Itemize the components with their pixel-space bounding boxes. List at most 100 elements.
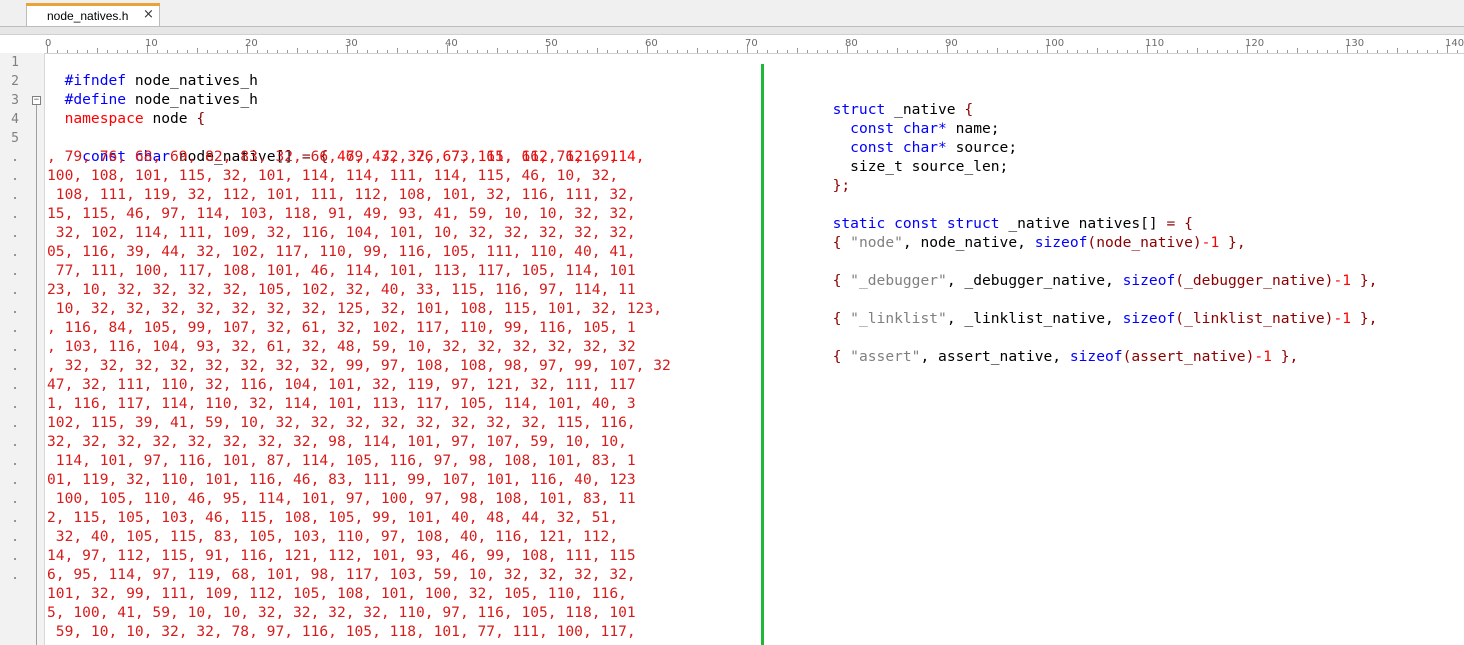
array-data-line[interactable]: 77, 111, 100, 117, 108, 101, 46, 114, 10… <box>47 261 636 280</box>
entry-str: "node" <box>850 234 903 251</box>
line-number: . <box>11 397 19 412</box>
member-source-len: size_t source_len; <box>850 158 1009 175</box>
keyword-struct: struct <box>946 215 1000 232</box>
entry-close: }, <box>1280 348 1299 365</box>
array-data-line[interactable]: 6, 95, 114, 97, 119, 68, 101, 98, 117, 1… <box>47 565 636 584</box>
natives-entry[interactable]: { "_debugger", _debugger_native, sizeof(… <box>815 271 1378 290</box>
line-number: 1 <box>11 55 19 70</box>
array-data-line[interactable]: 2, 115, 105, 103, 46, 115, 108, 105, 99,… <box>47 508 618 527</box>
array-data-line[interactable]: , 103, 116, 104, 93, 32, 61, 32, 48, 59,… <box>47 337 636 356</box>
entry-minus: -1 <box>1201 234 1220 251</box>
array-data-line[interactable]: 15, 115, 46, 97, 114, 103, 118, 91, 49, … <box>47 204 636 223</box>
array-data-line[interactable]: 1, 116, 117, 114, 110, 32, 114, 101, 113… <box>47 394 636 413</box>
line-number: . <box>11 378 19 393</box>
entry-sizeof: sizeof <box>1034 234 1088 251</box>
keyword-static: static <box>832 215 886 232</box>
line-number: . <box>11 302 19 317</box>
edge-divider <box>761 64 764 645</box>
code-natives-decl[interactable]: static const struct _native natives[] = … <box>815 195 1193 233</box>
array-data-line[interactable]: 32, 32, 32, 32, 32, 32, 32, 32, 98, 114,… <box>47 432 627 451</box>
tab-node-natives[interactable]: node_natives.h × <box>26 3 160 26</box>
array-data-line[interactable]: 100, 105, 110, 46, 95, 114, 101, 97, 100… <box>47 489 636 508</box>
code-line-3[interactable]: namespace node { <box>47 90 206 128</box>
ruler-label: 90 <box>945 38 958 49</box>
ruler-label: 30 <box>345 38 358 49</box>
code-struct-close[interactable]: }; <box>815 157 851 195</box>
entry-str: "assert" <box>850 348 921 365</box>
fold-collapse-icon[interactable]: − <box>32 96 41 105</box>
ruler-label: 80 <box>845 38 858 49</box>
array-data-line[interactable]: 100, 108, 101, 115, 32, 101, 114, 114, 1… <box>47 166 618 185</box>
keyword-namespace: namespace <box>64 110 144 127</box>
close-icon[interactable]: × <box>143 7 154 22</box>
line-number: . <box>11 454 19 469</box>
array-data-line[interactable]: 101, 32, 99, 111, 109, 112, 105, 108, 10… <box>47 584 627 603</box>
array-data-line[interactable]: 23, 10, 32, 32, 32, 32, 105, 102, 32, 40… <box>47 280 636 299</box>
array-data-line[interactable]: 114, 101, 97, 116, 101, 87, 114, 105, 11… <box>47 451 636 470</box>
keyword-const: const <box>894 215 939 232</box>
entry-str: "_linklist" <box>850 310 947 327</box>
array-data-line[interactable]: 32, 102, 114, 111, 109, 32, 116, 104, 10… <box>47 223 636 242</box>
namespace-name: node <box>152 110 188 127</box>
array-data-line[interactable]: 5, 100, 41, 59, 10, 10, 32, 32, 32, 32, … <box>47 603 636 622</box>
line-number: . <box>11 359 19 374</box>
ruler-label: 140 <box>1445 38 1464 49</box>
entry-close: }, <box>1359 272 1378 289</box>
entry-str: "_debugger" <box>850 272 947 289</box>
line-number: . <box>11 169 19 184</box>
ruler-label: 100 <box>1045 38 1064 49</box>
line-number: . <box>11 226 19 241</box>
array-data-line[interactable]: 32, 40, 105, 115, 83, 105, 103, 110, 97,… <box>47 527 618 546</box>
line-number: . <box>11 492 19 507</box>
entry-arg: (_linklist_native) <box>1175 310 1334 327</box>
line-number: 4 <box>11 112 19 127</box>
array-data-line[interactable]: , 79, 76, 68, 69, 82, 83, 32, 66, 69, 32… <box>47 147 618 166</box>
entry-name: node_native, <box>920 234 1026 251</box>
array-data-line[interactable]: , 116, 84, 105, 99, 107, 32, 61, 32, 102… <box>47 318 636 337</box>
tab-active-indicator <box>26 3 160 6</box>
array-data-line[interactable]: 59, 10, 10, 32, 32, 78, 97, 116, 105, 11… <box>47 622 636 641</box>
line-number: . <box>11 340 19 355</box>
ruler-label: 10 <box>145 38 158 49</box>
ruler-label: 110 <box>1145 38 1164 49</box>
array-data-line[interactable]: 14, 97, 112, 115, 91, 116, 121, 112, 101… <box>47 546 636 565</box>
ruler-label: 50 <box>545 38 558 49</box>
entry-arg: (node_native) <box>1087 234 1202 251</box>
line-number: 2 <box>11 74 19 89</box>
line-number: . <box>11 207 19 222</box>
line-number: 5 <box>11 131 19 146</box>
line-number: . <box>11 150 19 165</box>
line-number: 3 <box>11 93 19 108</box>
array-data-line[interactable]: 108, 111, 119, 32, 112, 101, 111, 112, 1… <box>47 185 636 204</box>
array-data-line[interactable]: 01, 119, 32, 110, 101, 116, 46, 83, 111,… <box>47 470 636 489</box>
line-number: . <box>11 473 19 488</box>
entry-arg: (_debugger_native) <box>1175 272 1334 289</box>
line-number-gutter: 1 2 3 4 5....................... − <box>0 53 45 645</box>
ruler-label: 40 <box>445 38 458 49</box>
natives-array-name: _native natives[] <box>1008 215 1158 232</box>
line-number: . <box>11 511 19 526</box>
ruler-label: 0 <box>45 38 51 49</box>
toolbar-band <box>0 27 1464 35</box>
line-number: . <box>11 264 19 279</box>
array-data-line[interactable]: 102, 115, 39, 41, 59, 10, 32, 32, 32, 32… <box>47 413 636 432</box>
array-data-line[interactable]: 05, 116, 39, 44, 32, 102, 117, 110, 99, … <box>47 242 636 261</box>
array-data-line[interactable]: 10, 32, 32, 32, 32, 32, 32, 32, 125, 32,… <box>47 299 662 318</box>
entry-sizeof: sizeof <box>1069 348 1123 365</box>
fold-line <box>36 105 37 645</box>
line-number: . <box>11 568 19 583</box>
entry-sizeof: sizeof <box>1122 310 1176 327</box>
ruler-label: 60 <box>645 38 658 49</box>
array-data-line[interactable]: , 32, 32, 32, 32, 32, 32, 32, 32, 99, 97… <box>47 356 671 375</box>
line-number: . <box>11 321 19 336</box>
ruler-label: 120 <box>1245 38 1264 49</box>
natives-entry[interactable]: { "node", node_native, sizeof(node_nativ… <box>815 233 1246 252</box>
natives-entry[interactable]: { "_linklist", _linklist_native, sizeof(… <box>815 309 1378 328</box>
brace-close: }; <box>832 177 851 194</box>
array-data-line[interactable]: 47, 32, 111, 110, 32, 116, 104, 101, 32,… <box>47 375 636 394</box>
entry-minus: -1 <box>1254 348 1272 365</box>
entry-arg: (assert_native) <box>1122 348 1255 365</box>
line-number: . <box>11 549 19 564</box>
line-number: . <box>11 416 19 431</box>
natives-entry[interactable]: { "assert", assert_native, sizeof(assert… <box>815 347 1299 366</box>
